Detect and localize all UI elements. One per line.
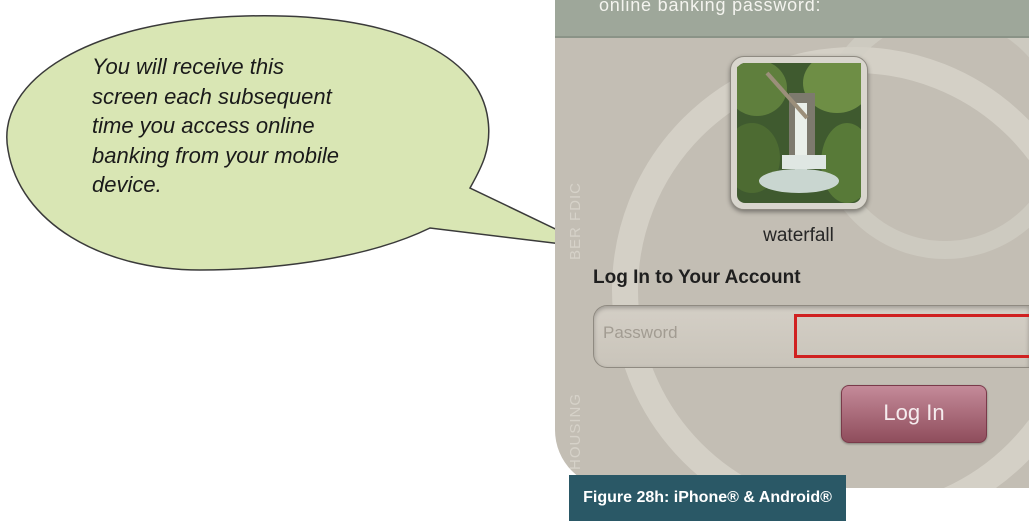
security-image <box>730 56 868 210</box>
callout-line: You will receive this <box>92 54 284 79</box>
callout-line: time you access online <box>92 113 315 138</box>
password-input[interactable]: Password <box>593 305 1029 368</box>
watermark-housing-text: HOUSING <box>567 393 584 470</box>
password-highlight-box <box>794 314 1029 358</box>
login-heading: Log In to Your Account <box>593 267 801 288</box>
security-image-caption: waterfall <box>763 225 834 246</box>
figure-caption: Figure 28h: iPhone® & Android® <box>569 475 846 521</box>
login-button[interactable]: Log In <box>841 385 987 443</box>
password-placeholder: Password <box>603 323 678 342</box>
callout-line: screen each subsequent <box>92 83 332 109</box>
waterfall-image <box>737 63 861 203</box>
callout-line: device. <box>92 172 162 197</box>
top-bar-text: online banking password: <box>599 0 822 15</box>
callout-line: banking from your mobile <box>92 142 340 168</box>
watermark-fdic-text: BER FDIC <box>567 182 584 260</box>
callout-text: You will receive this screen each subseq… <box>92 52 392 200</box>
top-bar: online banking password: <box>555 0 1029 38</box>
phone-screen: HOUSING BER FDIC online banking password… <box>555 0 1029 488</box>
